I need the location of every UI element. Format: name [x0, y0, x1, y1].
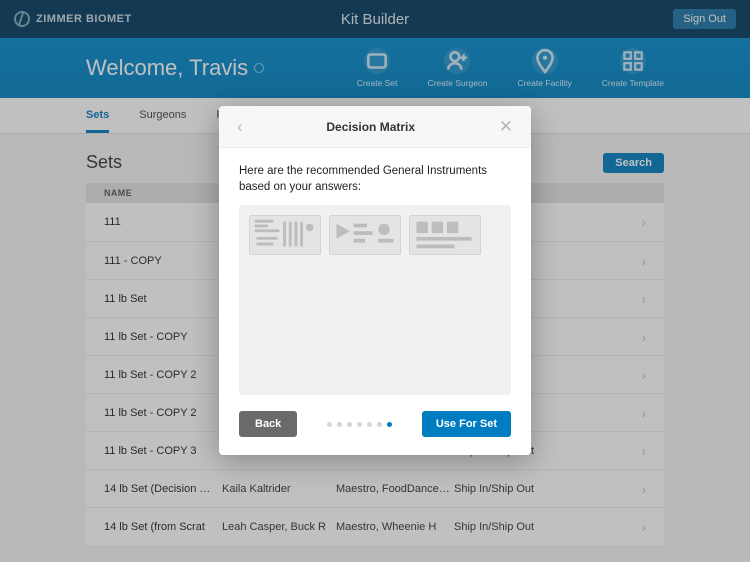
instrument-thumb[interactable] [249, 215, 321, 255]
modal-body: Here are the recommended General Instrum… [219, 148, 531, 395]
pagination-dot[interactable] [337, 422, 342, 427]
pagination-dot[interactable] [387, 422, 392, 427]
pagination-dot[interactable] [327, 422, 332, 427]
modal-footer: Back Use For Set [219, 395, 531, 455]
pagination-dot[interactable] [357, 422, 362, 427]
pagination-dot[interactable] [377, 422, 382, 427]
modal-overlay[interactable]: ‹ Decision Matrix ✕ Here are the recomme… [0, 0, 750, 562]
instrument-thumb[interactable] [329, 215, 401, 255]
pagination-dot[interactable] [347, 422, 352, 427]
use-for-set-button[interactable]: Use For Set [422, 411, 511, 437]
decision-matrix-modal: ‹ Decision Matrix ✕ Here are the recomme… [219, 106, 531, 455]
pagination-dot[interactable] [367, 422, 372, 427]
back-button[interactable]: Back [239, 411, 297, 437]
close-icon[interactable]: ✕ [495, 113, 517, 141]
instrument-thumb[interactable] [409, 215, 481, 255]
modal-title: Decision Matrix [326, 120, 415, 134]
instrument-thumbnails [239, 205, 511, 395]
modal-message: Here are the recommended General Instrum… [239, 164, 511, 195]
chevron-left-icon[interactable]: ‹ [233, 113, 247, 141]
modal-header: ‹ Decision Matrix ✕ [219, 106, 531, 148]
pagination-dots [327, 422, 392, 427]
